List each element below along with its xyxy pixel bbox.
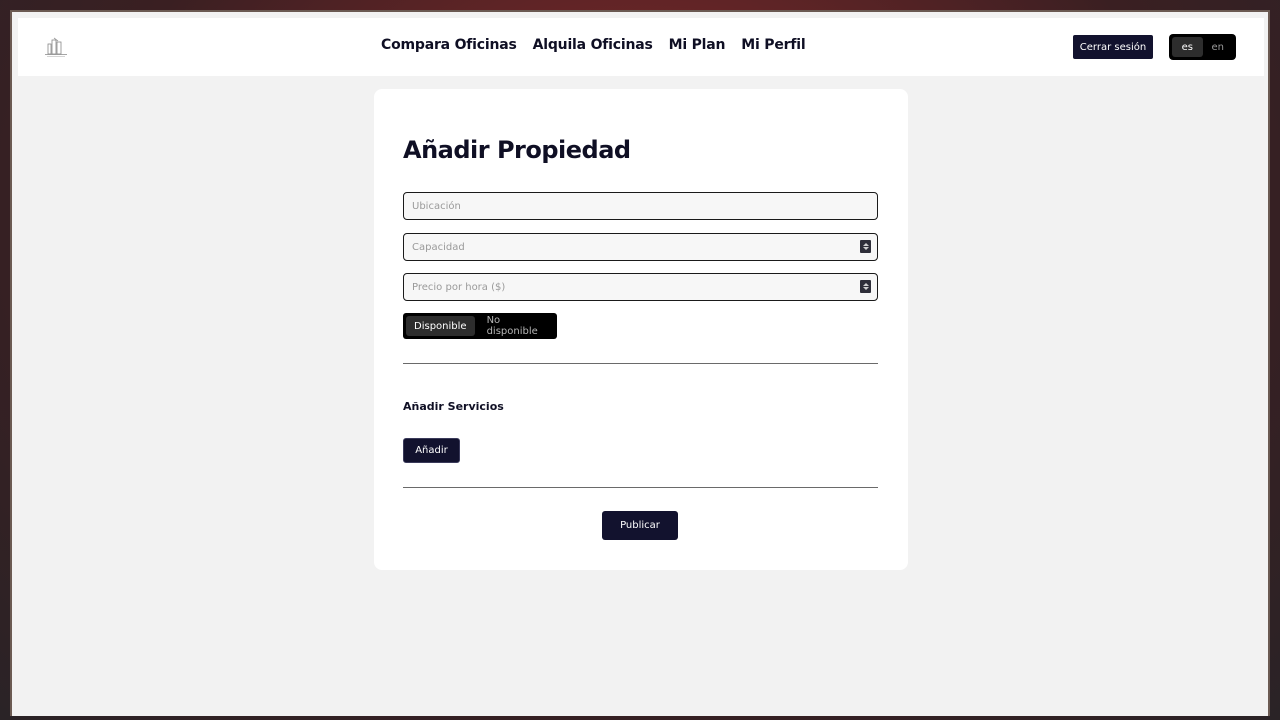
- publish-button[interactable]: Publicar: [602, 511, 678, 540]
- stepper-down-icon: [862, 287, 869, 290]
- stepper-up-icon: [862, 243, 869, 246]
- price-field: [403, 273, 878, 301]
- stepper-down-icon: [862, 247, 869, 250]
- nav-compara-oficinas[interactable]: Compara Oficinas: [381, 37, 517, 53]
- divider: [403, 363, 878, 364]
- capacity-input[interactable]: [403, 233, 878, 261]
- navbar: Compara Oficinas Alquila Oficinas Mi Pla…: [18, 18, 1264, 76]
- page-viewport: Compara Oficinas Alquila Oficinas Mi Pla…: [10, 10, 1270, 716]
- add-service-button[interactable]: Añadir: [403, 438, 460, 463]
- nav-mi-plan[interactable]: Mi Plan: [669, 37, 726, 53]
- price-input[interactable]: [403, 273, 878, 301]
- logout-button[interactable]: Cerrar sesión: [1073, 35, 1153, 59]
- page-title: Añadir Propiedad: [403, 136, 631, 164]
- capacity-stepper[interactable]: [860, 240, 871, 253]
- logo-icon[interactable]: [44, 36, 68, 58]
- availability-unavailable[interactable]: No disponible: [479, 315, 554, 337]
- availability-toggle: Disponible No disponible: [403, 313, 557, 339]
- nav-mi-perfil[interactable]: Mi Perfil: [741, 37, 805, 53]
- divider: [403, 487, 878, 488]
- language-option-es[interactable]: es: [1172, 37, 1203, 57]
- capacity-field: [403, 233, 878, 261]
- location-input[interactable]: [403, 192, 878, 220]
- browser-frame: Compara Oficinas Alquila Oficinas Mi Pla…: [0, 0, 1280, 720]
- stepper-up-icon: [862, 283, 869, 286]
- availability-available[interactable]: Disponible: [406, 316, 475, 336]
- nav-alquila-oficinas[interactable]: Alquila Oficinas: [533, 37, 653, 53]
- language-option-en[interactable]: en: [1203, 37, 1234, 57]
- price-stepper[interactable]: [860, 280, 871, 293]
- main-nav: Compara Oficinas Alquila Oficinas Mi Pla…: [381, 37, 806, 53]
- add-property-card: Añadir Propiedad Disponible No disponibl: [374, 89, 908, 570]
- services-title: Añadir Servicios: [403, 400, 504, 413]
- language-toggle: es en: [1169, 34, 1236, 60]
